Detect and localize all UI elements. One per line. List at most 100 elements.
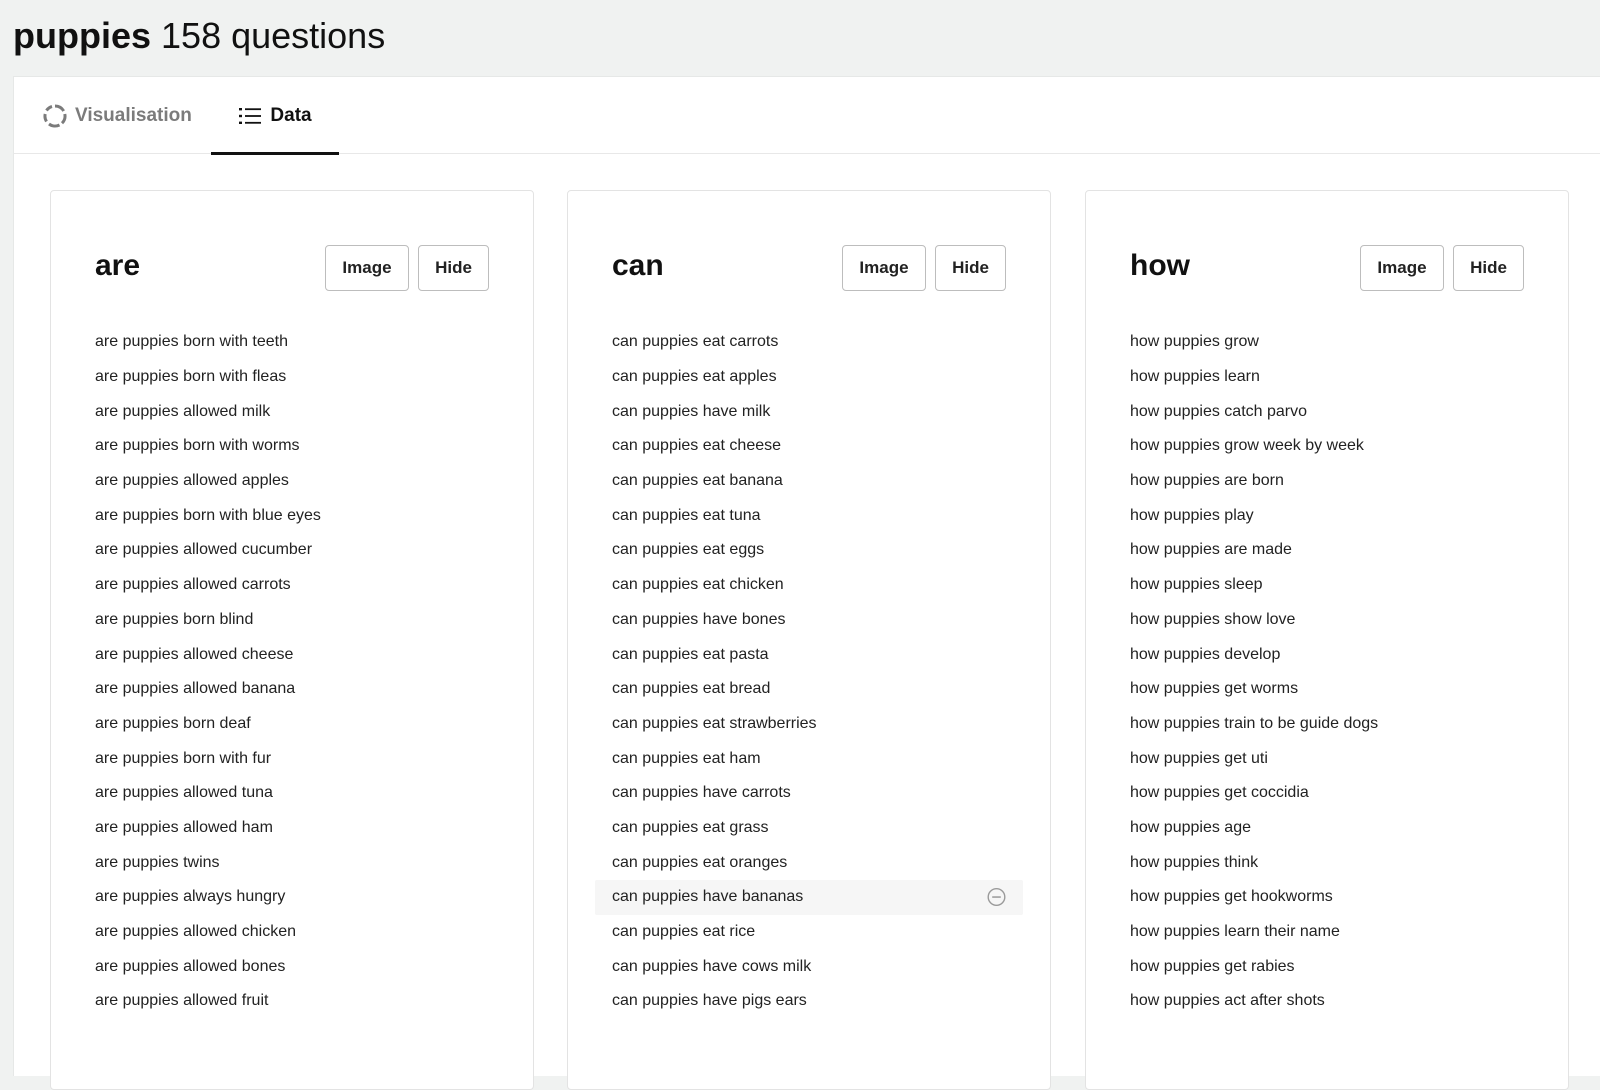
results-panel: Visualisation Data are Image Hide are pu… — [13, 76, 1600, 1090]
remove-circle-icon[interactable] — [987, 888, 1006, 907]
question-item[interactable]: are puppies twins — [78, 845, 506, 880]
page-title: puppies 158 questions — [13, 14, 1600, 58]
question-item[interactable]: can puppies eat grass — [595, 811, 1023, 846]
image-button[interactable]: Image — [325, 245, 409, 291]
hide-button[interactable]: Hide — [1453, 245, 1524, 291]
question-item[interactable]: can puppies have pigs ears — [595, 984, 1023, 1019]
question-item[interactable]: how puppies get coccidia — [1113, 776, 1541, 811]
question-item[interactable]: are puppies allowed ham — [78, 811, 506, 846]
question-text: can puppies have bones — [612, 610, 786, 628]
question-text: can puppies eat oranges — [612, 853, 788, 871]
question-item[interactable]: can puppies have carrots — [595, 776, 1023, 811]
image-button[interactable]: Image — [1360, 245, 1444, 291]
question-item[interactable]: how puppies think — [1113, 845, 1541, 880]
question-item[interactable]: are puppies born blind — [78, 603, 506, 638]
question-item[interactable]: are puppies born with fleas — [78, 360, 506, 395]
question-group-card: are Image Hide are puppies born with tee… — [50, 190, 534, 1090]
question-item[interactable]: are puppies born with teeth — [78, 325, 506, 360]
question-item[interactable]: are puppies allowed carrots — [78, 568, 506, 603]
question-item[interactable]: can puppies eat banana — [595, 464, 1023, 499]
question-text: can puppies eat ham — [612, 749, 761, 767]
question-item[interactable]: how puppies catch parvo — [1113, 394, 1541, 429]
question-item[interactable]: can puppies have milk — [595, 394, 1023, 429]
question-item[interactable]: are puppies allowed banana — [78, 672, 506, 707]
question-item[interactable]: are puppies born deaf — [78, 707, 506, 742]
question-text: can puppies have milk — [612, 402, 771, 420]
question-item[interactable]: can puppies eat eggs — [595, 533, 1023, 568]
question-item[interactable]: how puppies get hookworms — [1113, 880, 1541, 915]
hide-button[interactable]: Hide — [418, 245, 489, 291]
hide-button[interactable]: Hide — [935, 245, 1006, 291]
page-header: puppies 158 questions — [0, 0, 1600, 76]
question-item[interactable]: are puppies allowed cucumber — [78, 533, 506, 568]
tab-visualisation[interactable]: Visualisation — [43, 77, 192, 154]
question-item[interactable]: can puppies eat cheese — [595, 429, 1023, 464]
question-item[interactable]: how puppies grow week by week — [1113, 429, 1541, 464]
question-item[interactable]: how puppies act after shots — [1113, 984, 1541, 1019]
question-group-card: how Image Hide how puppies grow how pupp… — [1085, 190, 1569, 1090]
question-item[interactable]: are puppies allowed bones — [78, 949, 506, 984]
tab-data[interactable]: Data — [211, 77, 339, 155]
view-tabs: Visualisation Data — [14, 77, 1600, 155]
question-item[interactable]: can puppies have bones — [595, 603, 1023, 638]
question-text: can puppies eat chicken — [612, 576, 784, 594]
question-item[interactable]: how puppies are made — [1113, 533, 1541, 568]
card-header: are Image Hide — [95, 245, 489, 291]
question-list: can puppies eat carrots can puppies eat … — [595, 325, 1023, 1019]
question-item[interactable]: how puppies learn their name — [1113, 915, 1541, 950]
question-item[interactable]: can puppies eat strawberries — [595, 707, 1023, 742]
question-item[interactable]: how puppies show love — [1113, 603, 1541, 638]
question-item[interactable]: can puppies eat chicken — [595, 568, 1023, 603]
question-item[interactable]: are puppies always hungry — [78, 880, 506, 915]
question-item[interactable]: can puppies eat tuna — [595, 498, 1023, 533]
question-item[interactable]: can puppies eat pasta — [595, 637, 1023, 672]
question-text: can puppies eat eggs — [612, 541, 765, 559]
question-text: can puppies have cows milk — [612, 957, 812, 975]
question-item[interactable]: can puppies eat carrots — [595, 325, 1023, 360]
question-item[interactable]: how puppies play — [1113, 498, 1541, 533]
question-list: how puppies grow how puppies learn how p… — [1113, 325, 1541, 1019]
question-item[interactable]: can puppies eat bread — [595, 672, 1023, 707]
question-item[interactable]: are puppies born with worms — [78, 429, 506, 464]
question-group-card: can Image Hide can puppies eat carrots c… — [567, 190, 1051, 1090]
question-item[interactable]: are puppies allowed apples — [78, 464, 506, 499]
question-text: can puppies have bananas — [612, 888, 804, 906]
question-text: can puppies eat banana — [612, 472, 783, 490]
card-header: how Image Hide — [1130, 245, 1524, 291]
question-item[interactable]: how puppies develop — [1113, 637, 1541, 672]
question-item[interactable]: can puppies eat apples — [595, 360, 1023, 395]
group-title: can — [612, 249, 664, 282]
search-keyword: puppies — [13, 15, 152, 56]
question-count: 158 questions — [161, 15, 386, 56]
image-button[interactable]: Image — [842, 245, 926, 291]
question-text: can puppies eat grass — [612, 818, 769, 836]
list-icon — [238, 105, 262, 127]
group-title: how — [1130, 249, 1190, 282]
question-text: can puppies eat carrots — [612, 333, 779, 351]
question-item[interactable]: how puppies get uti — [1113, 741, 1541, 776]
question-item[interactable]: are puppies born with blue eyes — [78, 498, 506, 533]
question-item[interactable]: can puppies have cows milk — [595, 949, 1023, 984]
question-item[interactable]: how puppies train to be guide dogs — [1113, 707, 1541, 742]
question-item[interactable]: how puppies age — [1113, 811, 1541, 846]
question-item[interactable]: how puppies get worms — [1113, 672, 1541, 707]
question-item[interactable]: how puppies grow — [1113, 325, 1541, 360]
question-item[interactable]: are puppies allowed cheese — [78, 637, 506, 672]
question-text: can puppies eat rice — [612, 923, 756, 941]
question-item[interactable]: how puppies sleep — [1113, 568, 1541, 603]
question-item[interactable]: are puppies allowed fruit — [78, 984, 506, 1019]
question-item[interactable]: how puppies are born — [1113, 464, 1541, 499]
question-item[interactable]: can puppies eat ham — [595, 741, 1023, 776]
question-item[interactable]: are puppies allowed chicken — [78, 915, 506, 950]
question-item[interactable]: can puppies eat oranges — [595, 845, 1023, 880]
question-item[interactable]: how puppies learn — [1113, 360, 1541, 395]
question-text: can puppies have carrots — [612, 784, 791, 802]
question-item[interactable]: are puppies born with fur — [78, 741, 506, 776]
question-item-hovered[interactable]: can puppies have bananas — [595, 880, 1023, 915]
question-item[interactable]: are puppies allowed milk — [78, 394, 506, 429]
question-item[interactable]: are puppies allowed tuna — [78, 776, 506, 811]
question-item[interactable]: how puppies get rabies — [1113, 949, 1541, 984]
question-text: can puppies eat strawberries — [612, 714, 817, 732]
question-text: can puppies eat cheese — [612, 437, 782, 455]
question-item[interactable]: can puppies eat rice — [595, 915, 1023, 950]
